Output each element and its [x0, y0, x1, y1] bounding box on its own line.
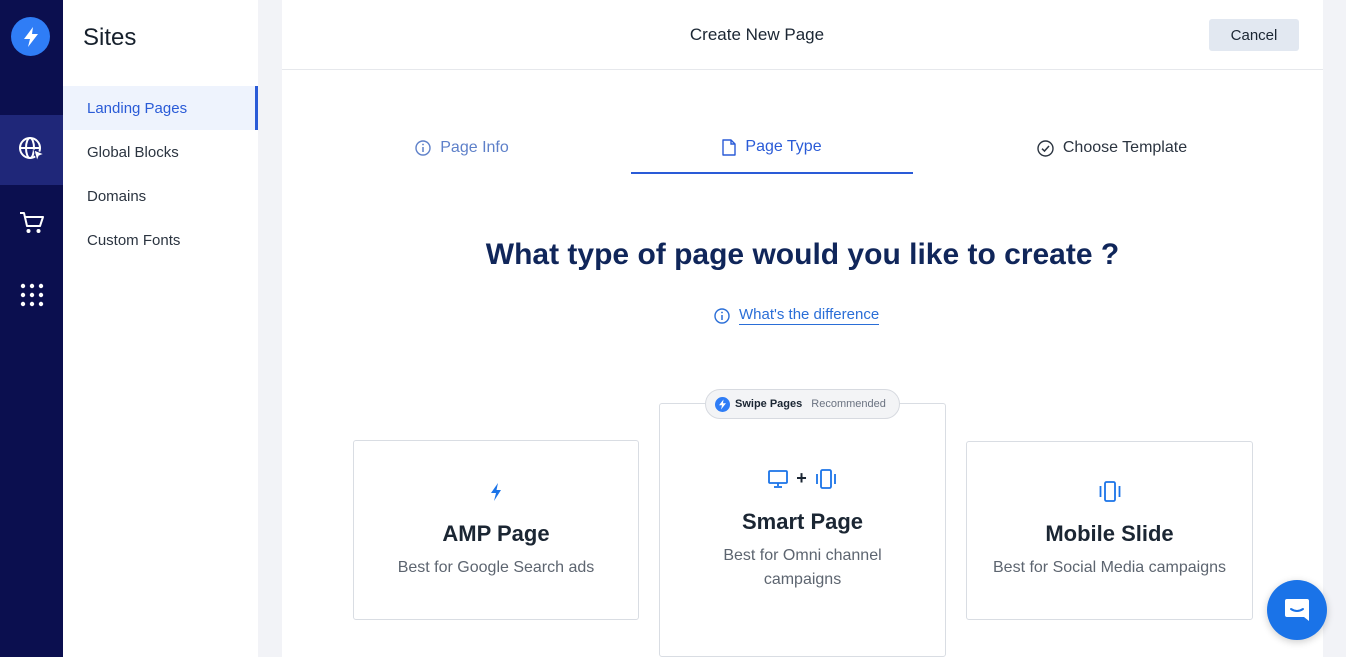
sidebar-item-custom-fonts[interactable]: Custom Fonts	[63, 218, 258, 262]
smart-page-card[interactable]: + Smart Page Best for Omni channel campa…	[659, 403, 946, 657]
info-icon	[714, 307, 730, 324]
amp-page-title: AMP Page	[442, 521, 550, 546]
globe-cursor-icon	[18, 137, 45, 163]
badge-brand: Swipe Pages	[735, 398, 803, 410]
recommended-badge: Swipe Pages Recommended	[705, 389, 900, 419]
chat-bubble-icon	[1285, 599, 1309, 621]
sites-sidebar: Sites Landing Pages Global Blocks Domain…	[63, 0, 258, 657]
document-icon	[722, 138, 737, 156]
difference-link[interactable]: What's the difference	[739, 306, 880, 325]
check-circle-icon	[1037, 139, 1054, 157]
mobile-icon	[815, 468, 836, 489]
sidebar-item-global-blocks[interactable]: Global Blocks	[63, 130, 258, 174]
app-rail	[0, 0, 63, 657]
panel-header: Create New Page Cancel	[282, 0, 1323, 70]
grid-dots-icon	[20, 283, 43, 307]
create-page-panel: Create New Page Cancel Page Info Page Ty…	[282, 0, 1323, 657]
smart-page-icons: +	[660, 468, 945, 489]
wizard-steps: Page Info Page Type Choose Template	[282, 122, 1323, 174]
tab-choose-template-label: Choose Template	[1062, 139, 1188, 156]
mobile-slide-card[interactable]: Mobile Slide Best for Social Media campa…	[966, 441, 1253, 620]
amp-page-description: Best for Google Search ads	[397, 559, 595, 576]
cancel-button[interactable]: Cancel	[1209, 19, 1299, 51]
rail-item-apps[interactable]	[0, 260, 63, 330]
rail-item-cart[interactable]	[0, 188, 63, 258]
mobile-slide-title: Mobile Slide	[1045, 521, 1174, 546]
chat-launcher-button[interactable]	[1267, 580, 1327, 640]
tab-choose-template[interactable]: Choose Template	[972, 122, 1252, 174]
bolt-icon	[23, 26, 38, 47]
app-logo[interactable]	[11, 17, 50, 56]
smart-page-description-line1: Best for Omni channel	[723, 547, 882, 564]
tab-page-info-label: Page Info	[440, 139, 509, 156]
page-title: Create New Page	[689, 25, 825, 44]
sidebar-item-domains[interactable]: Domains	[63, 174, 258, 218]
mobile-slide-description: Best for Social Media campaigns	[993, 559, 1226, 576]
difference-help: What's the difference	[714, 306, 880, 325]
bolt-icon	[491, 483, 501, 501]
mobile-icon	[1099, 481, 1121, 502]
smart-page-description-line2: campaigns	[763, 571, 842, 588]
amp-page-card[interactable]: AMP Page Best for Google Search ads	[353, 440, 639, 620]
rail-item-sites[interactable]	[0, 115, 63, 185]
tab-page-info[interactable]: Page Info	[322, 122, 602, 174]
smart-page-title: Smart Page	[741, 509, 864, 534]
sidebar-item-landing-pages[interactable]: Landing Pages	[63, 86, 258, 130]
tab-page-type-label: Page Type	[745, 138, 822, 155]
badge-recommended: Recommended	[811, 398, 886, 410]
desktop-icon	[768, 469, 789, 488]
sidebar-title: Sites	[83, 24, 137, 51]
swipe-pages-logo-icon	[715, 396, 730, 412]
tab-page-type[interactable]: Page Type	[631, 122, 913, 174]
cart-icon	[19, 212, 44, 233]
page-type-question: What type of page would you like to crea…	[485, 238, 1120, 271]
info-icon	[415, 140, 431, 156]
plus-sign: +	[796, 468, 807, 488]
